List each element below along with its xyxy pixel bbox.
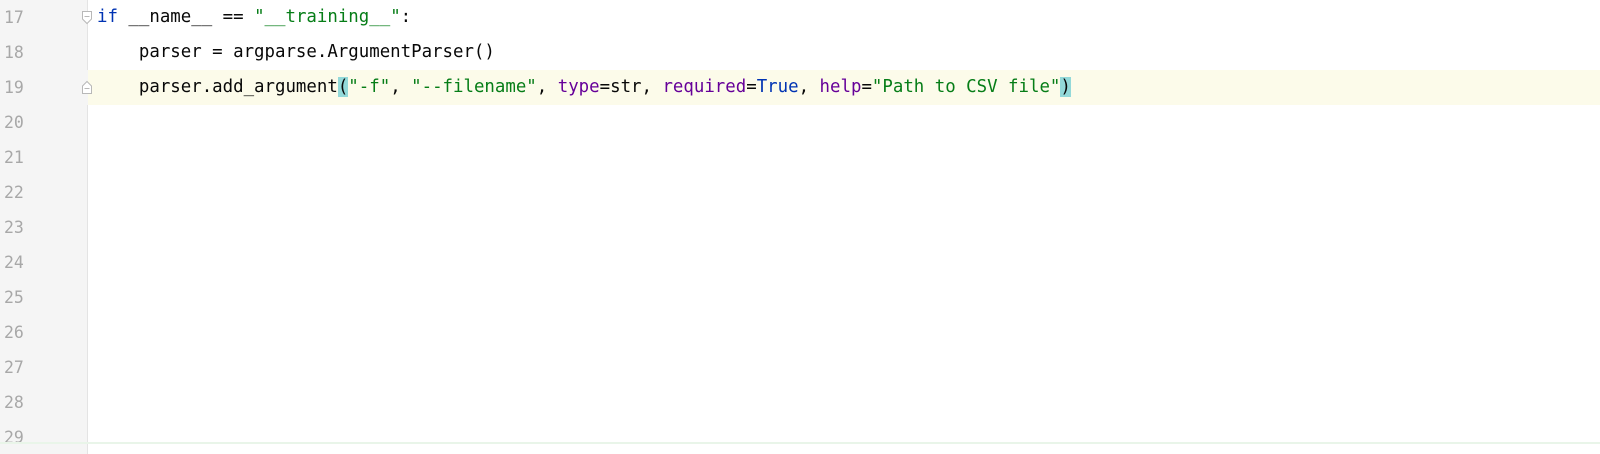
code-line[interactable]: 22 [0, 175, 1600, 210]
code-token: = [746, 77, 757, 97]
code-line[interactable]: 25 [0, 280, 1600, 315]
gutter-cell: 24 [0, 245, 88, 280]
code-line[interactable]: 27 [0, 350, 1600, 385]
line-number: 27 [4, 358, 24, 377]
code-line[interactable]: 26 [0, 315, 1600, 350]
code-token: : [400, 7, 412, 27]
code-line[interactable]: 24 [0, 245, 1600, 280]
code-editor[interactable]: 17 if __name__ == "__training__": 18 par… [0, 0, 1600, 454]
code-token: , [390, 77, 412, 97]
code-text: parser.add_argument("-f", "--filename", … [97, 70, 1071, 105]
line-number: 21 [4, 148, 24, 167]
gutter-cell: 25 [0, 280, 88, 315]
code-token: , [536, 77, 558, 97]
line-number: 28 [4, 393, 24, 412]
line-number: 23 [4, 218, 24, 237]
current-code-line[interactable]: 19 parser.add_argument("-f", "--filename… [0, 70, 1600, 105]
code-line[interactable]: 23 [0, 210, 1600, 245]
kwarg-token: help [819, 77, 862, 97]
code-text: if __name__ == "__training__": [97, 0, 411, 35]
line-number: 25 [4, 288, 24, 307]
code-token: __name__ == [117, 7, 255, 27]
line-number: 29 [4, 428, 24, 447]
gutter-cell: 29 [0, 420, 88, 454]
gutter-cell: 23 [0, 210, 88, 245]
line-number: 24 [4, 253, 24, 272]
code-line[interactable]: 17 if __name__ == "__training__": [0, 0, 1600, 35]
line-number: 26 [4, 323, 24, 342]
line-number: 18 [4, 43, 24, 62]
matched-open-paren: ( [337, 77, 349, 97]
code-text: parser = argparse.ArgumentParser() [97, 35, 495, 70]
line-number: 20 [4, 113, 24, 132]
kwarg-token: required [662, 77, 747, 97]
keyword-token: True [756, 77, 799, 97]
code-token: , [798, 77, 820, 97]
line-number: 19 [4, 78, 24, 97]
code-line[interactable]: 21 [0, 140, 1600, 175]
string-token: "Path to CSV file" [871, 77, 1061, 97]
line-number: 17 [4, 8, 24, 27]
string-token: "__training__" [254, 7, 401, 27]
fold-end-icon[interactable] [81, 80, 93, 95]
matched-close-paren: ) [1060, 77, 1071, 97]
code-token: =str, [599, 77, 663, 97]
code-token: parser.add_argument [97, 77, 338, 97]
fold-open-icon[interactable] [81, 10, 93, 25]
editor-bottom-divider [0, 442, 1600, 444]
gutter-cell: 27 [0, 350, 88, 385]
kwarg-token: type [557, 77, 600, 97]
code-token: = [861, 77, 872, 97]
string-token: "--filename" [411, 77, 537, 97]
code-line[interactable]: 20 [0, 105, 1600, 140]
gutter-cell: 20 [0, 105, 88, 140]
code-token: parser = argparse.ArgumentParser() [97, 42, 495, 62]
code-line[interactable]: 28 [0, 385, 1600, 420]
gutter-cell: 28 [0, 385, 88, 420]
gutter-cell: 21 [0, 140, 88, 175]
gutter-cell: 22 [0, 175, 88, 210]
keyword-token: if [97, 7, 118, 27]
gutter-cell: 18 [0, 35, 88, 70]
gutter-cell: 26 [0, 315, 88, 350]
string-token: "-f" [348, 77, 391, 97]
line-number: 22 [4, 183, 24, 202]
gutter-cell: 17 [0, 0, 92, 35]
code-line[interactable]: 18 parser = argparse.ArgumentParser() [0, 35, 1600, 70]
gutter-cell: 19 [0, 70, 92, 105]
code-line[interactable]: 29 [0, 420, 1600, 454]
